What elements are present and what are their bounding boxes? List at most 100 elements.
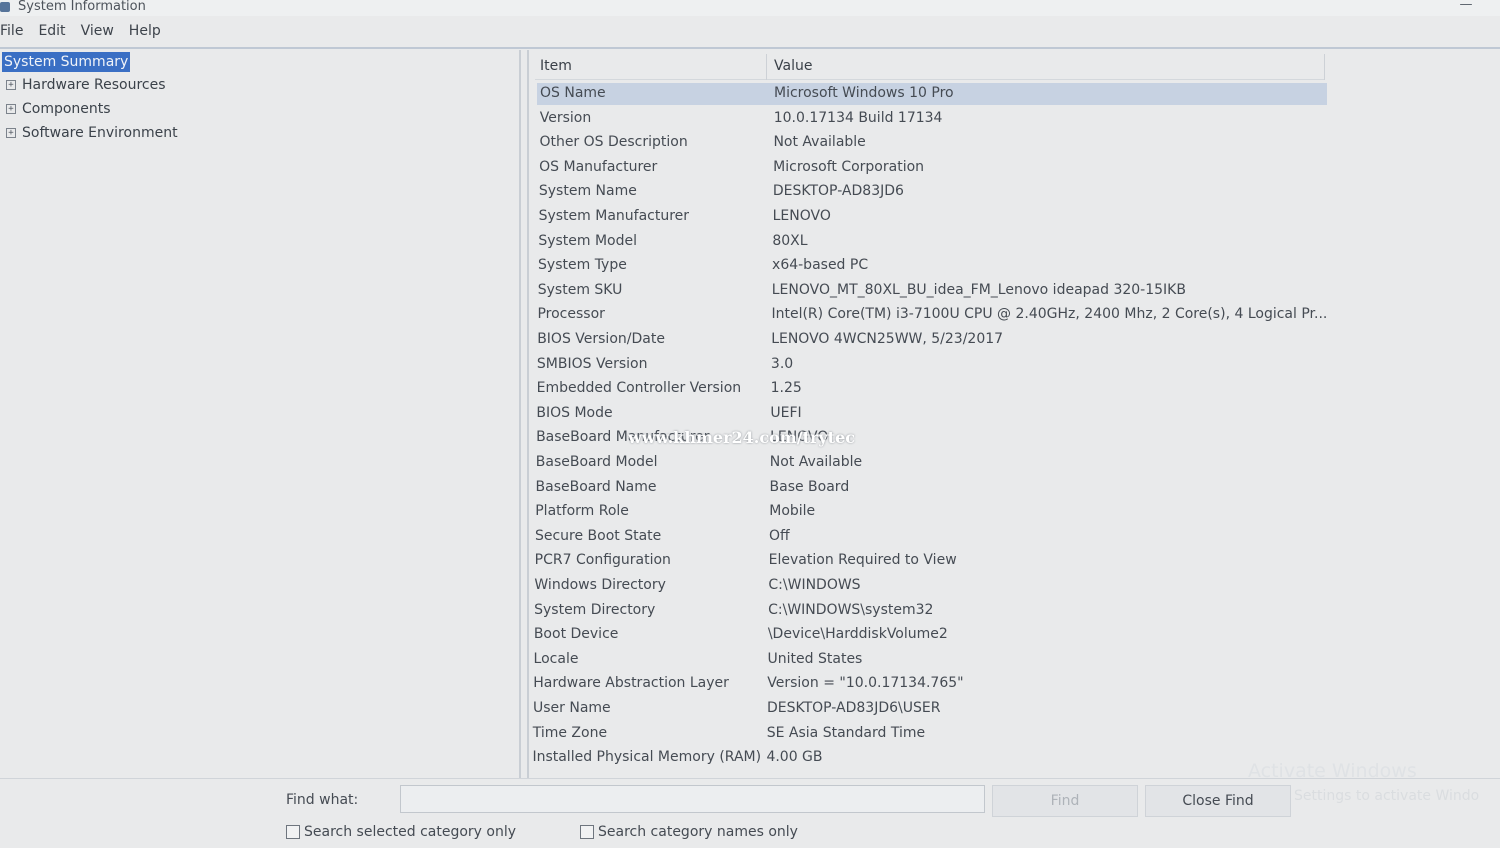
table-row[interactable]: BaseBoard Manufacturer LENOVO — [533, 427, 1323, 449]
table-row[interactable]: BIOS Mode UEFI — [533, 403, 1323, 425]
tree-item-components[interactable]: + Components — [6, 101, 111, 117]
row-item-cell: System SKU — [537, 281, 623, 298]
column-header-item[interactable]: Item — [540, 58, 572, 74]
row-value-cell: Microsoft Corporation — [773, 158, 925, 175]
table-row[interactable]: Hardware Abstraction Layer Version = "10.… — [530, 673, 1320, 695]
table-row[interactable]: System Directory C:\WINDOWS\system32 — [531, 600, 1321, 622]
menu-file[interactable]: File — [0, 20, 31, 44]
row-item-cell: System Manufacturer — [538, 208, 690, 224]
column-divider[interactable] — [1324, 54, 1325, 80]
table-row[interactable]: Windows Directory C:\WINDOWS — [531, 575, 1321, 597]
row-item-cell: System Directory — [534, 601, 656, 618]
row-value-cell: LENOVO 4WCN25WW, 5/23/2017 — [771, 331, 1004, 347]
row-item-cell: Other OS Description — [539, 134, 688, 151]
row-value-cell: LENOVO_MT_80XL_BU_idea_FM_Lenovo ideapad… — [771, 281, 1186, 298]
table-row[interactable]: BaseBoard Model Not Available — [533, 452, 1323, 474]
column-divider[interactable] — [766, 54, 767, 80]
row-value-cell: UEFI — [770, 404, 802, 421]
checkbox-label: Search category names only — [598, 824, 798, 840]
row-item-cell: Embedded Controller Version — [536, 380, 742, 397]
row-item-cell: BaseBoard Name — [535, 478, 657, 495]
table-row[interactable]: System Name DESKTOP-AD83JD6 — [536, 181, 1326, 203]
table-row[interactable]: Time Zone SE Asia Standard Time — [530, 723, 1320, 745]
expand-icon[interactable]: + — [6, 104, 16, 114]
category-tree: System Summary + Hardware Resources + Co… — [0, 50, 521, 778]
table-row[interactable]: Installed Physical Memory (RAM) 4.00 GB — [529, 747, 1319, 769]
menu-edit[interactable]: Edit — [38, 20, 73, 44]
table-row[interactable]: Secure Boot State Off — [532, 526, 1322, 548]
table-row[interactable]: BaseBoard Name Base Board — [533, 477, 1323, 499]
table-row[interactable]: OS Manufacturer Microsoft Corporation — [536, 157, 1326, 179]
find-what-input[interactable] — [400, 785, 985, 813]
row-item-cell: Version — [539, 109, 592, 126]
row-value-cell: C:\WINDOWS — [768, 577, 861, 593]
table-row[interactable]: System Type x64-based PC — [535, 255, 1325, 277]
find-what-label: Find what: — [286, 792, 359, 808]
row-item-cell: Platform Role — [535, 503, 629, 520]
tree-item-label: Components — [22, 101, 111, 117]
table-row[interactable]: Embedded Controller Version 1.25 — [534, 378, 1324, 400]
table-row[interactable]: Platform Role Mobile — [532, 501, 1322, 523]
table-row[interactable]: Version 10.0.17134 Build 17134 — [537, 108, 1327, 130]
table-row[interactable]: Locale United States — [531, 649, 1321, 671]
column-header-value[interactable]: Value — [774, 58, 812, 74]
row-item-cell: OS Manufacturer — [539, 158, 658, 175]
table-row[interactable]: Boot Device \Device\HarddiskVolume2 — [531, 624, 1321, 646]
table-row[interactable]: User Name DESKTOP-AD83JD6\USER — [530, 698, 1320, 720]
row-value-cell: Not Available — [773, 134, 866, 151]
minimize-button[interactable]: — — [1458, 0, 1474, 14]
menu-divider — [0, 47, 1500, 49]
checkbox-icon[interactable] — [286, 825, 300, 839]
table-row[interactable]: System Manufacturer LENOVO — [536, 206, 1326, 228]
expand-icon[interactable]: + — [6, 128, 16, 138]
table-row[interactable]: System SKU LENOVO_MT_80XL_BU_idea_FM_Leno… — [535, 280, 1325, 302]
row-value-cell: LENOVO — [772, 208, 831, 224]
table-row[interactable]: Processor Intel(R) Core(TM) i3-7100U CPU … — [534, 304, 1328, 326]
row-item-cell: SMBIOS Version — [536, 355, 648, 372]
checkbox-label: Search selected category only — [304, 824, 517, 840]
row-item-cell: Locale — [533, 650, 579, 667]
row-item-cell: OS Name — [540, 85, 606, 101]
row-item-cell: BIOS Mode — [536, 404, 613, 421]
details-list: Item Value OS Name Microsoft Windows 10 P… — [527, 50, 1500, 778]
table-row[interactable]: System Model 80XL — [535, 231, 1325, 253]
row-item-cell: Secure Boot State — [534, 527, 662, 544]
row-item-cell: Hardware Abstraction Layer — [533, 675, 729, 692]
row-item-cell: System Name — [538, 183, 637, 200]
row-value-cell: United States — [767, 650, 863, 667]
row-value-cell: Elevation Required to View — [768, 552, 957, 569]
table-row[interactable]: PCR7 Configuration Elevation Required to … — [532, 550, 1322, 572]
menu-view[interactable]: View — [81, 20, 122, 44]
row-item-cell: Time Zone — [532, 724, 608, 741]
checkbox-icon[interactable] — [580, 825, 594, 839]
find-button[interactable]: Find — [992, 785, 1138, 817]
close-find-button[interactable]: Close Find — [1145, 785, 1291, 817]
activate-windows-text: Activate Windows — [1248, 760, 1417, 782]
table-row[interactable]: Other OS Description Not Available — [536, 132, 1326, 154]
window-title: System Information — [18, 0, 146, 14]
row-value-cell: 10.0.17134 Build 17134 — [773, 109, 943, 126]
row-item-cell: BIOS Version/Date — [537, 331, 665, 347]
search-selected-category-checkbox[interactable]: Search selected category only — [286, 824, 516, 840]
title-bar: System Information — — [0, 0, 1500, 16]
list-header: Item Value — [535, 52, 1325, 80]
row-value-cell: DESKTOP-AD83JD6\USER — [766, 700, 941, 716]
system-information-app-icon — [0, 2, 10, 12]
row-value-cell: LENOVO — [770, 429, 829, 446]
tree-item-label: Software Environment — [22, 125, 178, 141]
row-value-cell: Not Available — [769, 454, 863, 470]
menu-help[interactable]: Help — [129, 20, 169, 44]
table-row[interactable]: OS Name Microsoft Windows 10 Pro — [537, 83, 1327, 105]
tree-item-hardware-resources[interactable]: + Hardware Resources — [6, 77, 166, 93]
table-row[interactable]: BIOS Version/Date LENOVO 4WCN25WW, 5/23/2… — [534, 329, 1324, 351]
row-value-cell: DESKTOP-AD83JD6 — [772, 183, 904, 200]
search-category-names-checkbox[interactable]: Search category names only — [580, 824, 798, 840]
tree-item-software-environment[interactable]: + Software Environment — [6, 125, 178, 141]
row-value-cell: Microsoft Windows 10 Pro — [774, 85, 954, 101]
row-value-cell: Intel(R) Core(TM) i3-7100U CPU @ 2.40GHz… — [771, 306, 1328, 323]
row-value-cell: Off — [768, 527, 790, 544]
table-row[interactable]: SMBIOS Version 3.0 — [534, 354, 1324, 376]
row-value-cell: x64-based PC — [772, 257, 869, 274]
expand-icon[interactable]: + — [6, 80, 16, 90]
tree-item-system-summary[interactable]: System Summary — [2, 52, 131, 72]
